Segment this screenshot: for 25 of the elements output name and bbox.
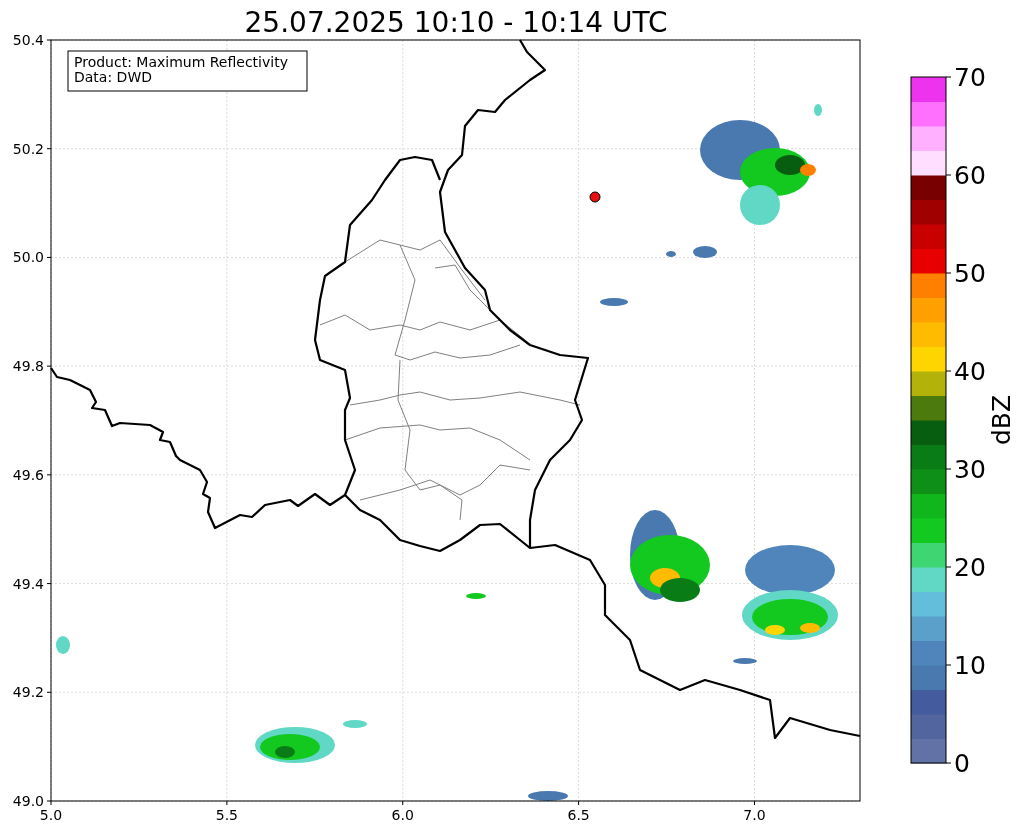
y-tick-label: 50.4 <box>12 32 44 48</box>
y-tick-label: 49.2 <box>12 684 44 701</box>
colorbar-tick-label: 20 <box>954 553 986 582</box>
y-tick-label: 49.8 <box>12 358 44 375</box>
info-text: Data: DWD <box>74 69 152 85</box>
y-tick-label: 49.6 <box>12 466 44 483</box>
x-tick-label: 6.5 <box>567 807 590 823</box>
x-tick-label: 5.0 <box>39 807 63 823</box>
colorbar-label: dBZ <box>987 394 1016 446</box>
colorbar-tick-label: 50 <box>954 259 986 288</box>
x-tick-label: 5.5 <box>215 807 238 823</box>
colorbar-tick-label: 60 <box>954 161 986 190</box>
x-tick-label: 6.0 <box>391 807 414 823</box>
x-tick-label: 7.0 <box>743 807 766 823</box>
y-tick-label: 49.4 <box>12 575 44 592</box>
colorbar-tick-label: 0 <box>954 749 970 778</box>
colorbar-tick-label: 30 <box>954 455 986 484</box>
y-tick-label: 50.0 <box>12 249 44 266</box>
colorbar-tick-label: 70 <box>954 63 986 92</box>
chart-title: 25.07.2025 10:10 - 10:14 UTC <box>244 6 668 39</box>
info-text: Product: Maximum Reflectivity <box>74 54 288 70</box>
y-tick-label: 49.0 <box>12 793 44 809</box>
y-tick-label: 50.2 <box>12 140 44 157</box>
colorbar-tick-label: 10 <box>954 651 986 680</box>
colorbar-tick-label: 40 <box>954 357 986 386</box>
